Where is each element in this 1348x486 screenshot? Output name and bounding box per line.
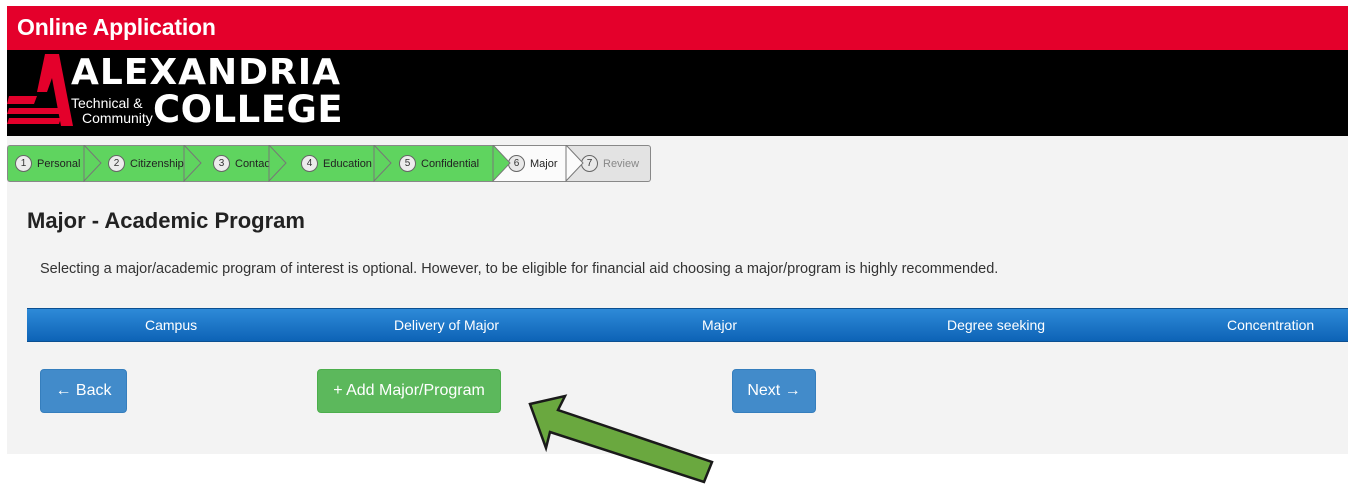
step-label: Education [323, 157, 372, 170]
top-bar: Online Application [7, 6, 1348, 50]
table-header: Campus Delivery of Major Major Degree se… [27, 308, 1348, 342]
column-header-concentration: Concentration [1227, 317, 1315, 333]
step-label: Confidential [421, 157, 480, 170]
pointing-arrow-icon [528, 394, 714, 484]
step-major[interactable]: 6 Major [493, 145, 574, 182]
brand-subtitle-2: Community [82, 110, 153, 126]
intro-text: Selecting a major/academic program of in… [40, 261, 999, 277]
column-header-delivery: Delivery of Major [394, 317, 500, 333]
step-number: 4 [301, 155, 318, 172]
column-header-major: Major [702, 317, 738, 333]
step-number: 1 [15, 155, 32, 172]
page-title: Major - Academic Program [27, 208, 305, 233]
step-number: 2 [108, 155, 125, 172]
column-header-degree-seeking: Degree seeking [947, 317, 1046, 333]
step-label: Major [530, 157, 558, 170]
alexandria-a-logo-icon [7, 54, 73, 126]
brand-name: ALEXANDRIA [71, 52, 341, 93]
column-header-campus: Campus [145, 317, 198, 333]
step-confidential[interactable]: 5 Confidential [374, 145, 511, 182]
step-label: Contact [235, 157, 273, 170]
app-title: Online Application [17, 14, 216, 40]
add-major-button[interactable]: + Add Major/Program [317, 369, 501, 413]
brand-banner: ALEXANDRIA Technical & Community COLLEGE [7, 50, 1348, 136]
step-label: Citizenship [130, 157, 184, 170]
step-label: Review [603, 157, 640, 170]
step-number: 7 [581, 155, 598, 172]
step-review[interactable]: 7 Review [566, 145, 651, 182]
brand-subtitle-1: Technical & [71, 95, 143, 111]
step-number: 3 [213, 155, 230, 172]
brand-college: COLLEGE [153, 88, 344, 131]
step-number: 5 [399, 155, 416, 172]
step-personal[interactable]: 1 Personal [7, 145, 85, 182]
step-number: 6 [508, 155, 525, 172]
next-button[interactable]: Next → [732, 369, 816, 413]
step-label: Personal [37, 157, 81, 170]
back-button[interactable]: ← Back [40, 369, 127, 413]
